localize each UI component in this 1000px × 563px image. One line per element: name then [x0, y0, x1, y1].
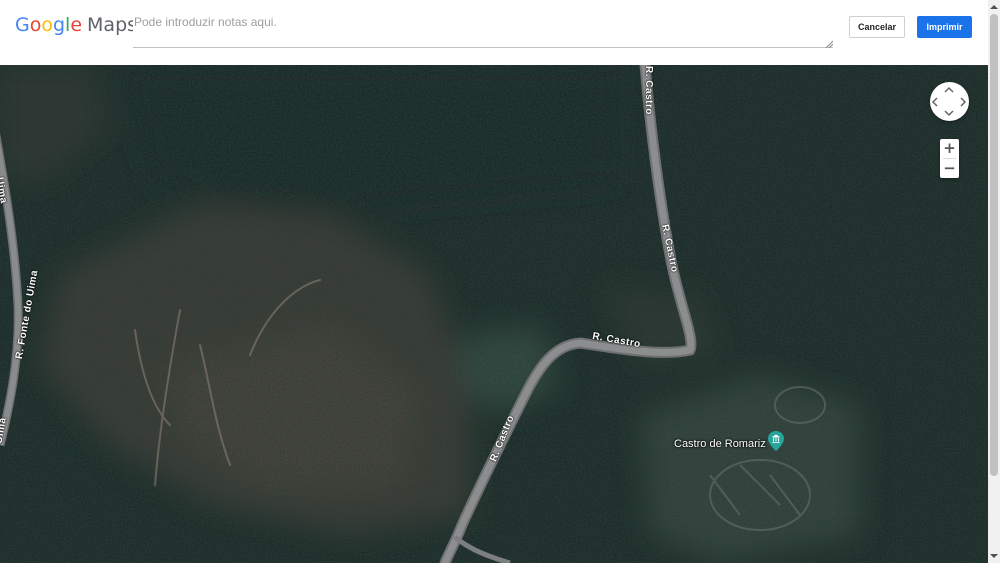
- google-wordmark: Google: [15, 14, 83, 36]
- satellite-map[interactable]: R. Castro R. Castro R. Castro R. Castro …: [0, 65, 988, 563]
- cancel-button[interactable]: Cancelar: [849, 16, 905, 38]
- poi-label[interactable]: Castro de Romariz: [674, 438, 766, 450]
- zoom-in-button[interactable]: +: [940, 139, 959, 158]
- scrollbar-thumb[interactable]: [990, 14, 998, 476]
- maps-wordmark: Maps: [87, 14, 138, 36]
- pan-left-icon[interactable]: [931, 97, 939, 107]
- pan-up-icon[interactable]: [944, 86, 954, 94]
- zoom-out-button[interactable]: −: [940, 159, 959, 178]
- pan-down-icon[interactable]: [944, 109, 954, 117]
- google-maps-logo: Google Maps: [15, 14, 137, 36]
- satellite-imagery: [0, 65, 988, 563]
- zoom-control: + −: [940, 139, 959, 178]
- pan-right-icon[interactable]: [959, 97, 967, 107]
- notes-textarea[interactable]: [133, 13, 833, 48]
- road-label-castro-top: R. Castro: [642, 66, 654, 115]
- pan-navigation-control[interactable]: [930, 82, 969, 121]
- resize-grip-icon[interactable]: [825, 40, 833, 48]
- scroll-down-arrow-icon[interactable]: [990, 552, 998, 560]
- vertical-scrollbar[interactable]: [988, 0, 1000, 563]
- print-button[interactable]: Imprimir: [917, 16, 972, 38]
- scroll-up-arrow-icon[interactable]: [990, 3, 998, 11]
- print-header: GoogleMaps Cancelar Imprimir: [0, 0, 988, 65]
- museum-pin-icon[interactable]: [768, 431, 784, 451]
